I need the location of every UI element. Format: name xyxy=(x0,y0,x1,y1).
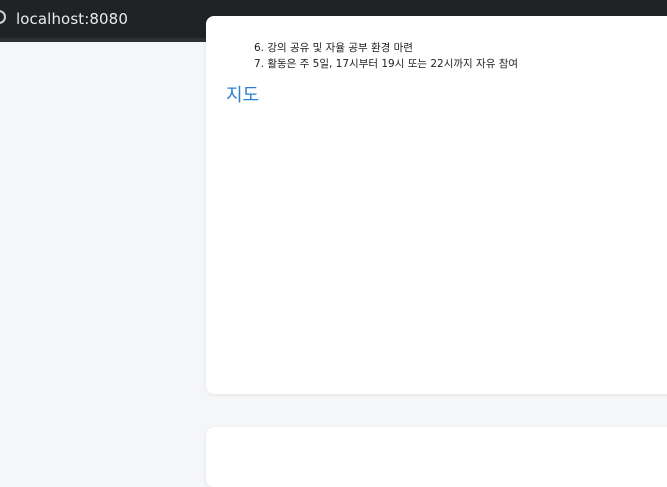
list-item: 6. 강의 공유 및 자율 공부 환경 마련 xyxy=(254,42,413,54)
map-section-title: 지도 xyxy=(226,85,260,106)
next-card xyxy=(206,427,667,487)
activity-list: 6. 강의 공유 및 자율 공부 환경 마련 7. 활동은 주 5일, 17시부… xyxy=(254,40,518,72)
site-info-icon[interactable] xyxy=(0,10,6,24)
list-item: 7. 활동은 주 5일, 17시부터 19시 또는 22시까지 자유 참여 xyxy=(254,58,519,70)
content-card: 6. 강의 공유 및 자율 공부 환경 마련 7. 활동은 주 5일, 17시부… xyxy=(206,16,667,394)
address-bar-url[interactable]: localhost:8080 xyxy=(16,9,128,29)
map-area[interactable] xyxy=(226,116,666,376)
